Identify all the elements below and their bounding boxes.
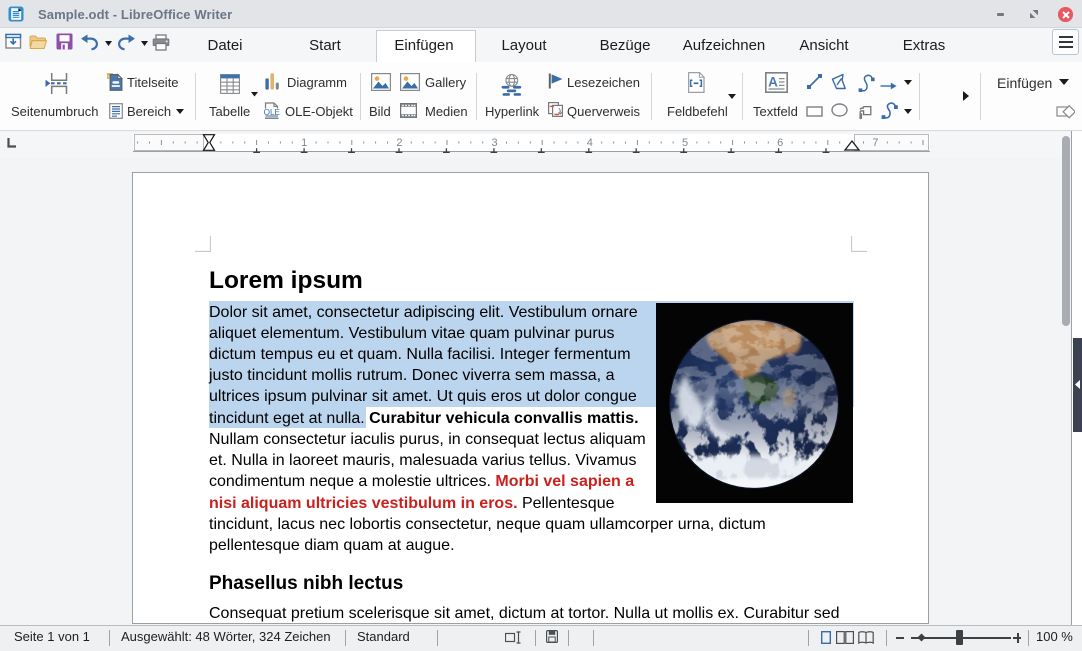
svg-text:2: 2 — [396, 137, 402, 149]
svg-text:1: 1 — [301, 137, 307, 149]
svg-text:4: 4 — [587, 137, 593, 149]
svg-text:6: 6 — [777, 137, 783, 149]
svg-text:7: 7 — [872, 137, 878, 149]
svg-text:5: 5 — [682, 137, 688, 149]
svg-text:3: 3 — [492, 137, 498, 149]
svg-text:A: A — [768, 75, 778, 90]
